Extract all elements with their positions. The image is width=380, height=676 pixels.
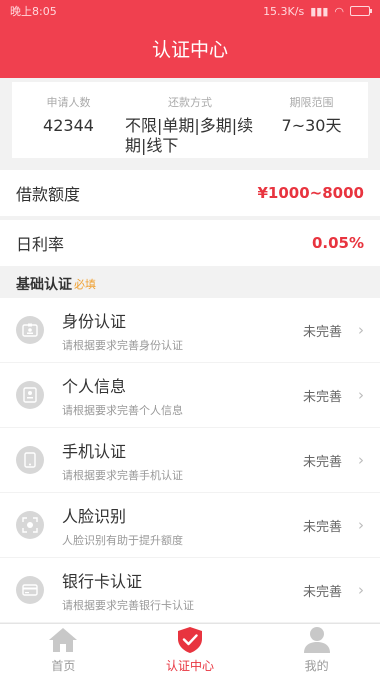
item-text: 身份认证 请根据要求完善身份认证: [62, 308, 303, 353]
item-text: 手机认证 请根据要求完善手机认证: [62, 438, 303, 483]
stat-label: 申请人数: [46, 96, 91, 109]
item-title: 银行卡认证: [62, 571, 143, 591]
bank-card-icon: [16, 576, 44, 604]
item-text: 个人信息 请根据要求完善个人信息: [62, 373, 303, 418]
item-desc: 请根据要求完善银行卡认证: [62, 598, 194, 612]
item-title: 人脸识别: [62, 506, 127, 526]
loan-amount-row: 借款额度 ¥1000~8000: [0, 170, 380, 216]
verify-item-identity[interactable]: 身份认证 请根据要求完善身份认证 未完善 ›: [0, 298, 380, 362]
section-header: 基础认证 必填: [0, 270, 380, 298]
phone-icon: [16, 446, 44, 474]
header: 晚上8:05 15.3K/s ▮▮▮ ◠ 认证中心: [0, 0, 380, 78]
stat-value: 不限|单期|多期|续期|线下: [125, 116, 254, 155]
tab-label: 认证中心: [166, 659, 215, 673]
network-speed: 15.3K/s: [263, 4, 305, 18]
verify-item-personal-info[interactable]: 个人信息 请根据要求完善个人信息 未完善 ›: [0, 363, 380, 427]
wifi-icon: ◠: [334, 4, 344, 18]
battery-icon: [350, 6, 372, 16]
item-status: 未完善: [302, 519, 342, 535]
stat-value: 42344: [43, 116, 94, 135]
verify-item-face[interactable]: 人脸识别 人脸识别有助于提升额度 未完善 ›: [0, 493, 380, 557]
verify-item-phone[interactable]: 手机认证 请根据要求完善手机认证 未完善 ›: [0, 428, 380, 492]
signal-icon: ▮▮▮: [310, 4, 329, 18]
item-status: 未完善: [302, 454, 342, 470]
home-icon: [48, 626, 78, 654]
item-status: 未完善: [302, 389, 342, 405]
daily-rate-row: 日利率 0.05%: [0, 220, 380, 266]
chevron-right-icon: ›: [358, 321, 364, 339]
status-time: 晚上8:05: [10, 5, 57, 18]
daily-rate-label: 日利率: [16, 235, 65, 254]
item-title: 身份认证: [62, 311, 127, 331]
stat-applicants: 申请人数 42344: [12, 82, 125, 158]
item-title: 个人信息: [62, 376, 127, 396]
status-bar: 晚上8:05 15.3K/s ▮▮▮ ◠: [0, 0, 380, 22]
tab-bar: 首页 认证中心 我的: [0, 623, 380, 676]
stat-label: 期限范围: [289, 96, 334, 109]
stat-repayment: 还款方式 不限|单期|多期|续期|线下: [125, 82, 255, 158]
chevron-right-icon: ›: [358, 581, 364, 599]
chevron-right-icon: ›: [358, 386, 364, 404]
verify-list: 身份认证 请根据要求完善身份认证 未完善 › 个人信息 请根据要求完善个人信息 …: [0, 298, 380, 623]
tab-label: 我的: [304, 659, 329, 673]
tab-verify-center[interactable]: 认证中心: [127, 624, 254, 676]
chevron-right-icon: ›: [358, 516, 364, 534]
stat-value: 7~30天: [281, 116, 342, 135]
item-status: 未完善: [302, 584, 342, 600]
chevron-right-icon: ›: [358, 451, 364, 469]
item-title: 手机认证: [62, 441, 127, 461]
required-badge: 必填: [74, 278, 96, 291]
section-title: 基础认证: [16, 277, 72, 293]
tab-label: 首页: [51, 659, 76, 673]
tab-home[interactable]: 首页: [0, 624, 127, 676]
page-title: 认证中心: [151, 39, 228, 61]
loan-amount-label: 借款额度: [16, 185, 81, 204]
item-desc: 请根据要求完善身份认证: [62, 338, 183, 352]
item-status: 未完善: [302, 324, 342, 340]
loan-amount-value: ¥1000~8000: [257, 184, 364, 202]
item-desc: 请根据要求完善手机认证: [62, 468, 183, 482]
item-desc: 请根据要求完善个人信息: [62, 403, 183, 417]
profile-icon: [16, 381, 44, 409]
id-card-icon: [16, 316, 44, 344]
stats-card: 申请人数 42344 还款方式 不限|单期|多期|续期|线下 期限范围 7~30…: [12, 82, 368, 158]
stat-label: 还款方式: [168, 96, 212, 109]
status-right: 15.3K/s ▮▮▮ ◠: [263, 4, 372, 18]
item-text: 银行卡认证 请根据要求完善银行卡认证: [62, 568, 303, 613]
daily-rate-value: 0.05%: [311, 234, 364, 252]
face-icon: [16, 511, 44, 539]
stat-term: 期限范围 7~30天: [255, 82, 368, 158]
user-icon: [303, 626, 331, 654]
shield-check-icon: [177, 626, 203, 654]
tab-mine[interactable]: 我的: [253, 624, 380, 676]
item-desc: 人脸识别有助于提升额度: [62, 533, 183, 547]
verify-item-bank-card[interactable]: 银行卡认证 请根据要求完善银行卡认证 未完善 ›: [0, 558, 380, 622]
item-text: 人脸识别 人脸识别有助于提升额度: [62, 503, 303, 548]
